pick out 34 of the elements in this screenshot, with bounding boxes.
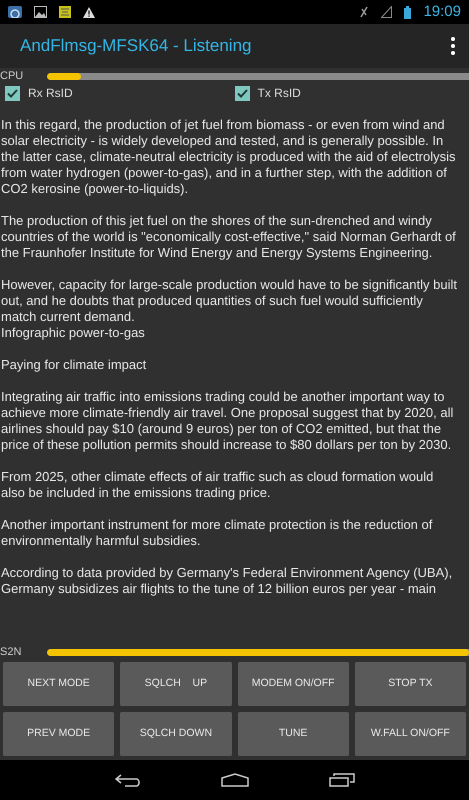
meter-label: CPU (0, 70, 24, 82)
recent-apps-icon[interactable] (328, 773, 354, 787)
control-button[interactable]: TUNE (238, 712, 349, 756)
control-button[interactable]: PREV MODE (3, 712, 114, 756)
home-icon[interactable] (220, 773, 248, 787)
signal-icon (381, 6, 392, 18)
checkbox[interactable] (5, 86, 20, 100)
message-paragraph: However, capacity for large-scale production would have to be significantly built out, and he doubts that produced quantities of such fuel would sufficiently match current demand. Infographic power-to-gas (1, 277, 458, 341)
clock: 19:09 (423, 2, 461, 22)
window-title: AndFlmsg-MFSK64 - Listening (20, 35, 252, 58)
control-button[interactable]: MODEM ON/OFF (238, 662, 349, 706)
message-paragraph: From 2025, other climate effects of air traffic such as cloud formation would also be included in the emissions trading price. (1, 469, 434, 501)
back-icon[interactable] (114, 773, 140, 787)
image-icon (34, 6, 47, 18)
message-paragraph: Paying for climate impact (1, 357, 148, 373)
warning-icon (83, 6, 95, 18)
checkbox-label: Rx RsID (28, 85, 73, 102)
control-button[interactable]: W.FALL ON/OFF (354, 712, 466, 756)
notification-icon (8, 6, 22, 18)
message-paragraph: Integrating air traffic into emissions trading could be another important way to achieve more climate-friendly air travel. One proposal suggest that by 2020, all airlines should pay $10 (around 9 euros) per ton of CO2 emitted, but that the price of these pollution permits should increase to $80 dollars per ton by 2030. (1, 389, 454, 453)
message-paragraph: Another important instrument for more climate protection is the reduction of environmentally harmful subsidies. (1, 517, 434, 549)
control-button[interactable]: NEXT MODE (3, 662, 114, 706)
control-button[interactable]: SQLCH UP (120, 662, 232, 706)
checkbox-label: Tx RsID (258, 85, 301, 102)
message-paragraph: In this regard, the production of jet fuel from biomass - or even from wind and solar electricity - is widely developed and tested, and is generally possible. In the latter case, climate-neutral electricity is produced with the aid of electrolysis from water hydrogen (power-to-gas), and in a further step, with the addition of CO2 kerosine (power-to-liquids). (1, 117, 456, 197)
signal-off-icon (359, 6, 370, 18)
checkbox[interactable] (234, 86, 250, 100)
message-paragraph: According to data provided by Germany's Federal Environment Agency (UBA), Germany subsidizes air flights to the tune of 12 billion euros per year - main (1, 565, 454, 597)
meter-label: S2N (0, 646, 22, 658)
app-icon (59, 6, 71, 18)
battery-icon (404, 6, 412, 18)
control-button[interactable]: SQLCH DOWN (120, 712, 232, 756)
message-paragraph: The production of this jet fuel on the shores of the sun-drenched and windy countries of the world is "economically cost-effective," said Norman Gerhardt of the Fraunhofer Institute for Wind Energy and Energy Systems Engineering. (1, 213, 457, 261)
control-button[interactable]: STOP TX (354, 662, 466, 706)
